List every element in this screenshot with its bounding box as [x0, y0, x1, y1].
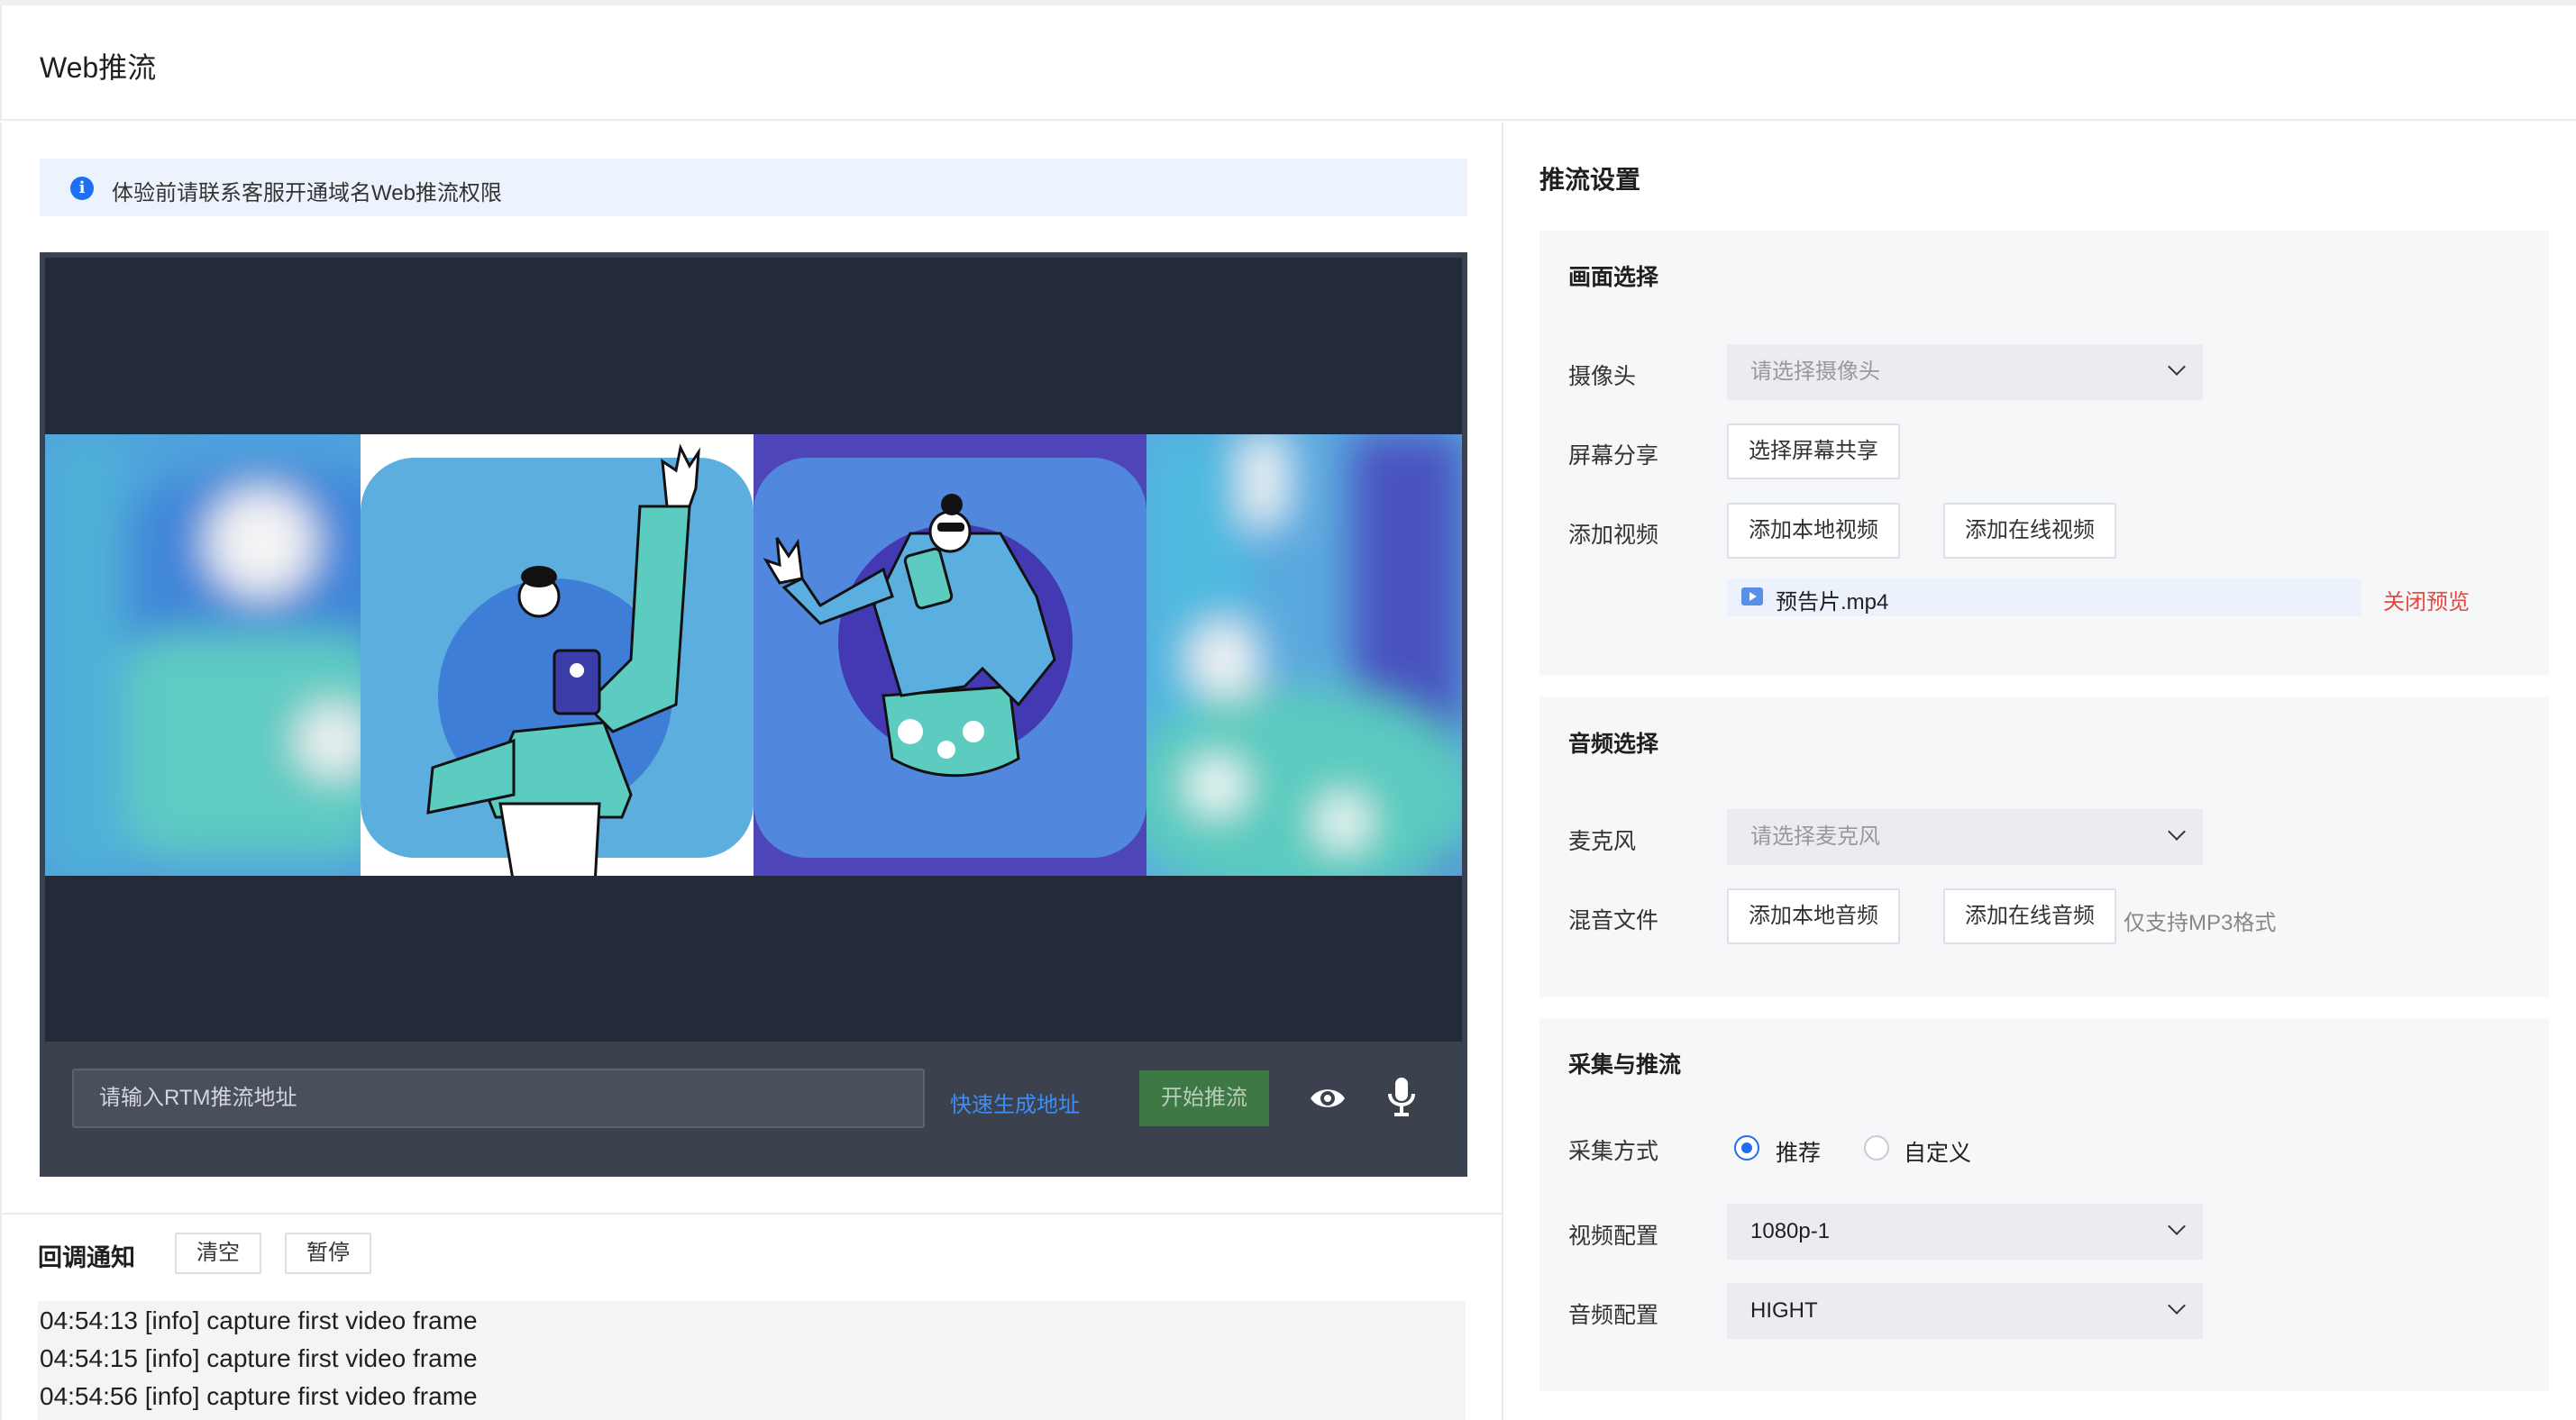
mix-file-label: 混音文件	[1568, 908, 1659, 933]
radio-recommended[interactable]	[1734, 1135, 1759, 1161]
picture-panel: 画面选择 摄像头 请选择摄像头 屏幕分享 选择屏幕共享 添加视频 添加本地视频 …	[1539, 231, 2549, 676]
add-online-audio-button[interactable]: 添加在线音频	[1943, 888, 2116, 944]
chevron-down-icon	[2168, 1297, 2186, 1315]
pause-button[interactable]: 暂停	[285, 1233, 371, 1274]
clear-button[interactable]: 清空	[175, 1233, 261, 1274]
info-icon: i	[70, 177, 94, 200]
close-preview-link[interactable]: 关闭预览	[2383, 584, 2470, 615]
horizontal-divider	[0, 1213, 1502, 1215]
settings-title: 推流设置	[1539, 166, 1641, 194]
quick-generate-link[interactable]: 快速生成地址	[950, 1087, 1080, 1118]
camera-select[interactable]: 请选择摄像头	[1727, 344, 2203, 400]
radio-custom-label[interactable]: 自定义	[1904, 1135, 1971, 1168]
video-file-name: 预告片.mp4	[1776, 590, 1889, 614]
chevron-down-icon	[2168, 358, 2186, 376]
page-title: Web推流	[40, 51, 157, 84]
video-config-value: 1080p-1	[1750, 1219, 1831, 1243]
microphone-placeholder: 请选择麦克风	[1750, 824, 1880, 849]
player-controls: 请输入RTM推流地址 快速生成地址 开始推流	[45, 1042, 1462, 1171]
camera-label: 摄像头	[1568, 364, 1637, 389]
capture-panel: 采集与推流 采集方式 推荐 自定义 视频配置 1080p-1 音频配置 HIGH…	[1539, 1018, 2549, 1391]
add-online-video-button[interactable]: 添加在线视频	[1943, 503, 2116, 559]
microphone-label: 麦克风	[1568, 829, 1637, 854]
picture-panel-title: 画面选择	[1568, 265, 1659, 290]
capture-panel-title: 采集与推流	[1568, 1052, 1682, 1078]
left-pane: i 体验前请联系客服开通域名Web推流权限 请输入RTM推流地址 快速生成地址 …	[0, 123, 1503, 1420]
microphone-select[interactable]: 请选择麦克风	[1727, 809, 2203, 865]
audio-panel-title: 音频选择	[1568, 732, 1659, 757]
rtmp-url-input[interactable]: 请输入RTM推流地址	[72, 1069, 925, 1128]
vertical-divider	[1502, 123, 1503, 1420]
audio-config-select[interactable]: HIGHT	[1727, 1283, 2203, 1339]
radio-recommended-label[interactable]: 推荐	[1776, 1135, 1821, 1168]
video-config-label: 视频配置	[1568, 1224, 1659, 1249]
audio-config-label: 音频配置	[1568, 1303, 1659, 1328]
eye-icon[interactable]	[1309, 1079, 1347, 1117]
audio-config-value: HIGHT	[1750, 1298, 1818, 1323]
camera-placeholder: 请选择摄像头	[1750, 360, 1880, 384]
log-line: 04:54:13 [info] capture first video fram…	[40, 1306, 478, 1334]
preview-scene	[45, 434, 1462, 876]
log-line: 04:54:56 [info] capture first video fram…	[40, 1382, 478, 1410]
video-preview: 请输入RTM推流地址 快速生成地址 开始推流	[40, 252, 1467, 1177]
screen-share-label: 屏幕分享	[1568, 443, 1659, 469]
notice-banner: i 体验前请联系客服开通域名Web推流权限	[40, 159, 1467, 216]
start-push-button[interactable]: 开始推流	[1139, 1070, 1269, 1126]
mp3-hint: 仅支持MP3格式	[2124, 911, 2277, 935]
chevron-down-icon	[2168, 823, 2186, 841]
page-header: Web推流	[0, 5, 2576, 121]
log-line: 04:54:15 [info] capture first video fram…	[40, 1344, 478, 1372]
screen-share-button[interactable]: 选择屏幕共享	[1727, 423, 1900, 479]
chevron-down-icon	[2168, 1217, 2186, 1235]
radio-custom[interactable]	[1864, 1135, 1889, 1161]
video-config-select[interactable]: 1080p-1	[1727, 1204, 2203, 1260]
notice-text: 体验前请联系客服开通域名Web推流权限	[112, 181, 502, 205]
capture-mode-label: 采集方式	[1568, 1139, 1659, 1164]
add-local-audio-button[interactable]: 添加本地音频	[1727, 888, 1900, 944]
audio-panel: 音频选择 麦克风 请选择麦克风 混音文件 添加本地音频 添加在线音频 仅支持MP…	[1539, 697, 2549, 997]
callback-title: 回调通知	[38, 1244, 135, 1271]
add-video-label: 添加视频	[1568, 523, 1659, 548]
microphone-icon[interactable]	[1386, 1076, 1417, 1117]
video-file-item: 预告片.mp4	[1727, 578, 2361, 616]
callback-log: 04:54:13 [info] capture first video fram…	[38, 1301, 1466, 1420]
add-local-video-button[interactable]: 添加本地视频	[1727, 503, 1900, 559]
video-file-icon	[1741, 587, 1763, 605]
